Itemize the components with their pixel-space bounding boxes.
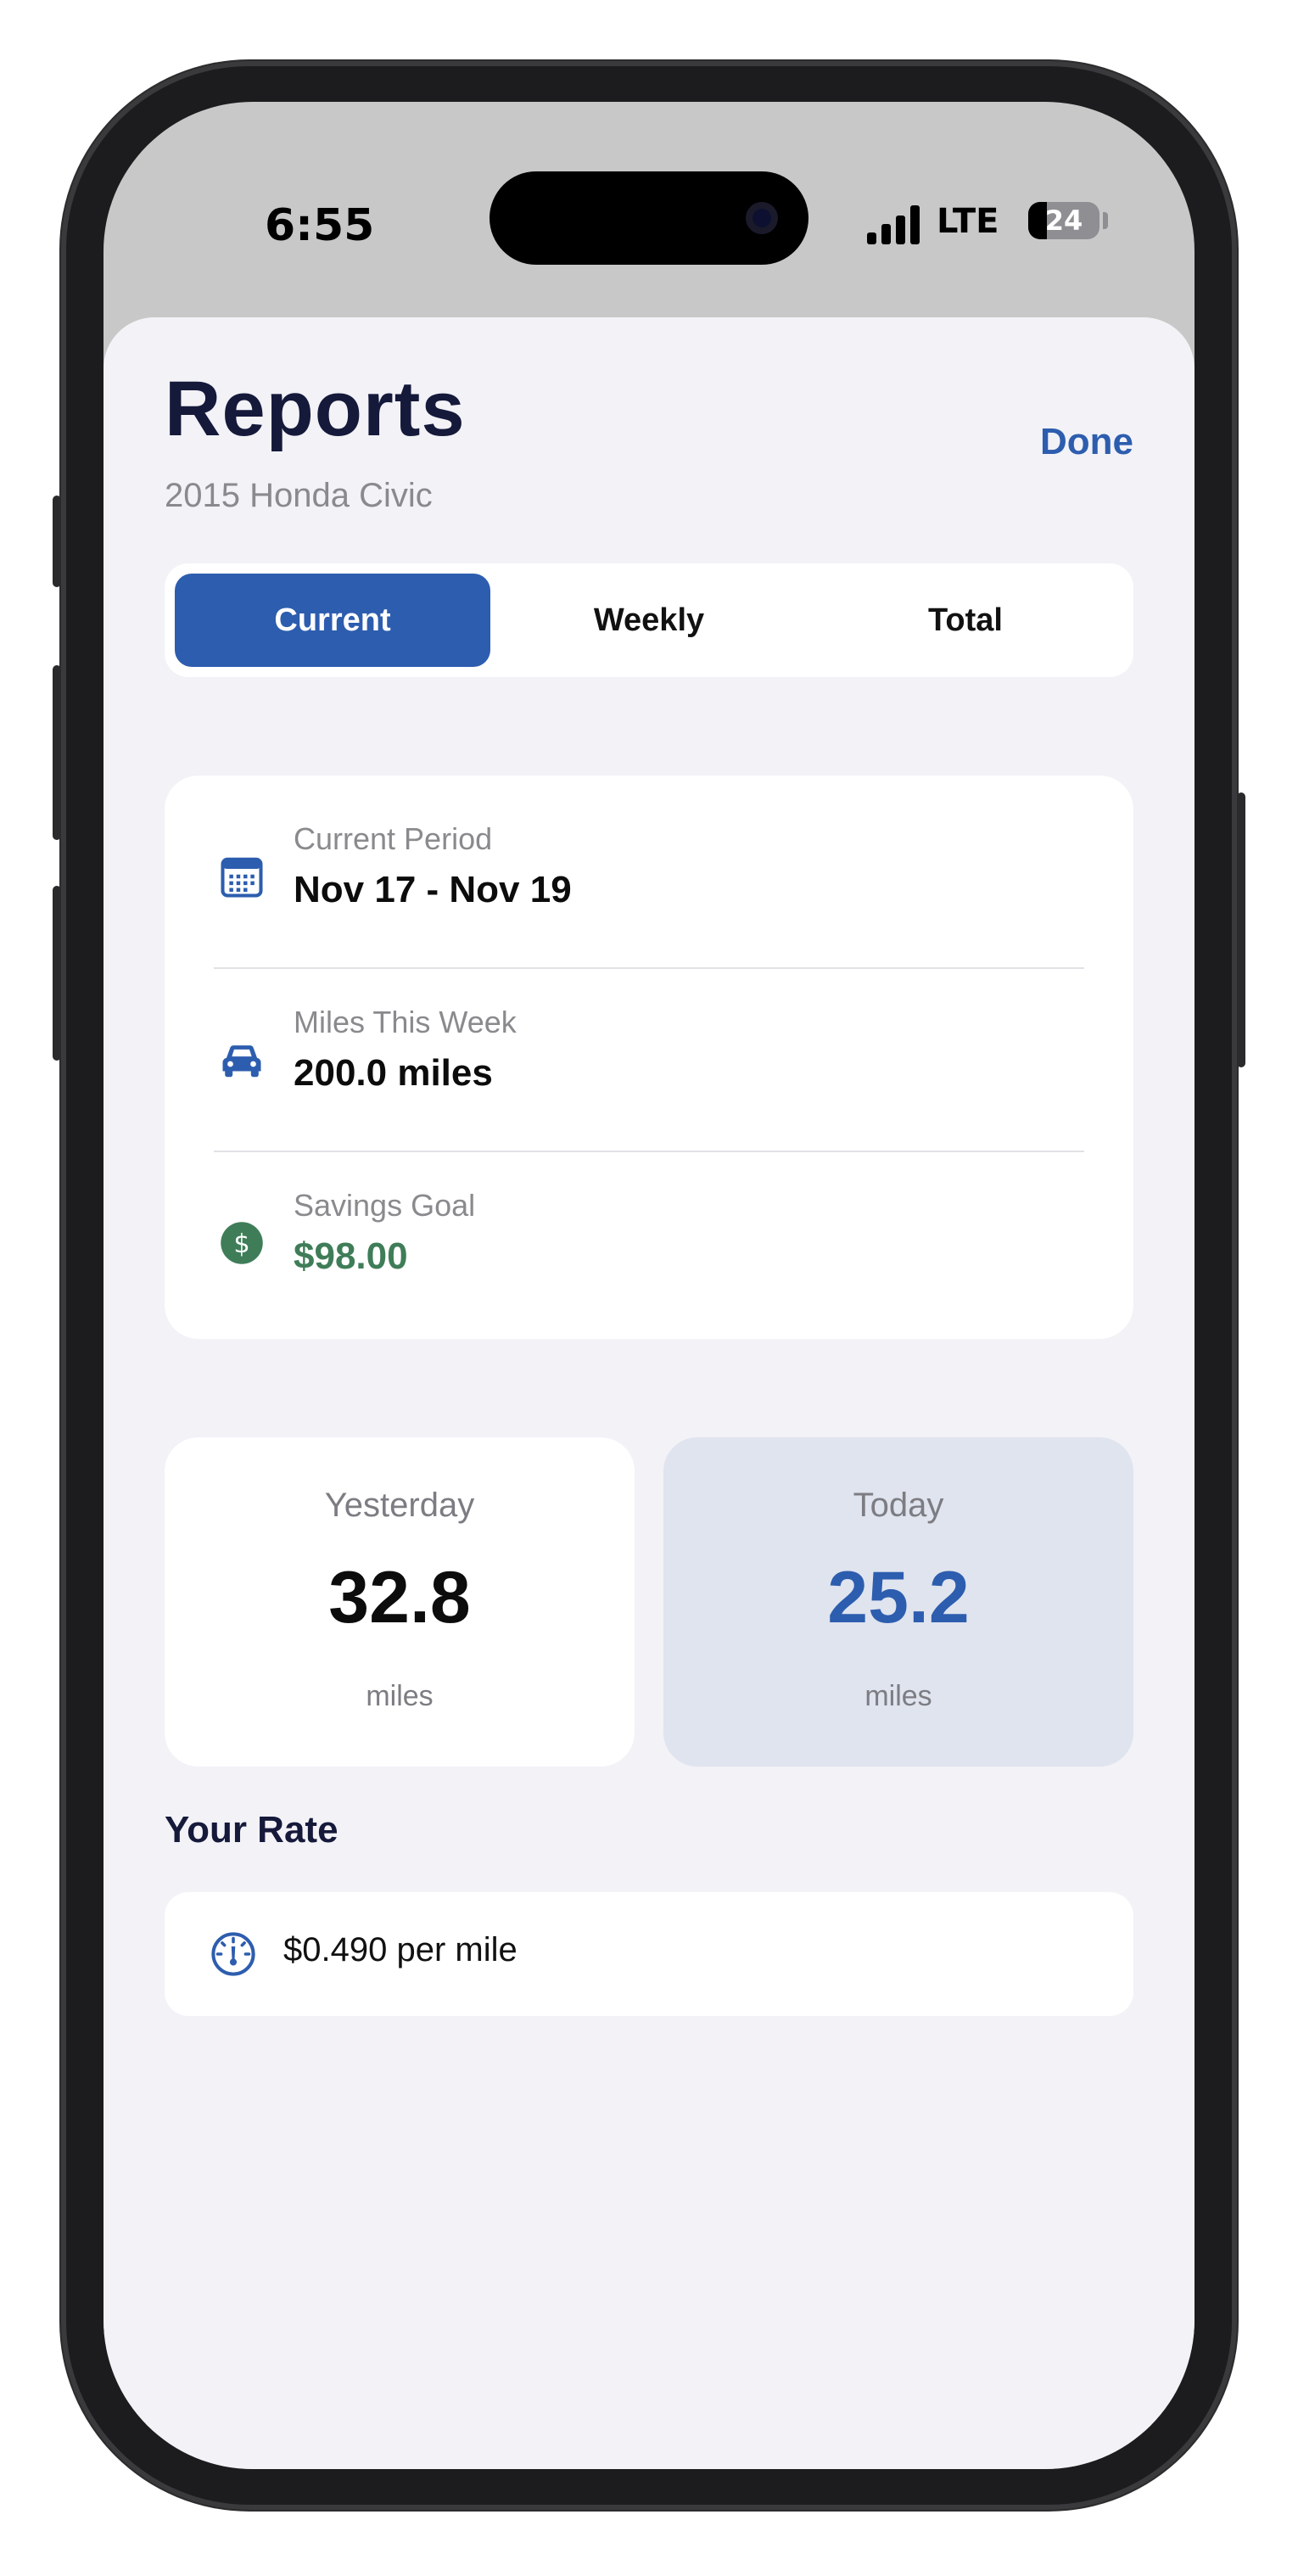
current-period-value: Nov 17 - Nov 19 xyxy=(294,869,572,910)
yesterday-label: Yesterday xyxy=(324,1487,475,1524)
tab-current[interactable]: Current xyxy=(175,574,490,667)
current-period-label: Current Period xyxy=(294,821,493,856)
yesterday-card: Yesterday 32.8 miles xyxy=(165,1437,635,1767)
summary-card: Current Period Nov 17 - Nov 19 Miles Thi… xyxy=(165,776,1133,1339)
status-time: 6:55 xyxy=(265,200,375,251)
today-card: Today 25.2 miles xyxy=(663,1437,1133,1767)
volume-up-button xyxy=(53,665,61,840)
savings-goal-label: Savings Goal xyxy=(294,1188,476,1223)
speedometer-icon xyxy=(211,1932,255,1976)
page-title: Reports xyxy=(165,366,466,452)
phone-frame: 6:55 LTE 24 Reports 2015 Honda Civic Don… xyxy=(53,61,1245,2510)
dynamic-island xyxy=(490,171,808,265)
today-value: 25.2 xyxy=(827,1557,970,1638)
dollar-icon: $ xyxy=(221,1222,263,1264)
yesterday-value: 32.8 xyxy=(328,1557,471,1638)
screen: 6:55 LTE 24 Reports 2015 Honda Civic Don… xyxy=(104,102,1194,2469)
action-button xyxy=(53,496,61,587)
svg-text:$: $ xyxy=(233,1229,249,1259)
rate-section-title: Your Rate xyxy=(165,1809,338,1851)
battery-tip xyxy=(1103,212,1108,229)
tab-weekly[interactable]: Weekly xyxy=(491,574,807,667)
today-unit: miles xyxy=(864,1680,932,1712)
car-icon xyxy=(222,1045,261,1078)
battery-icon: 24 xyxy=(1028,202,1099,239)
status-bar: 6:55 LTE 24 xyxy=(104,102,1194,265)
yesterday-unit: miles xyxy=(366,1680,434,1712)
current-period-row: Current Period Nov 17 - Nov 19 xyxy=(165,776,1133,957)
tab-total[interactable]: Total xyxy=(808,574,1123,667)
miles-week-row: Miles This Week 200.0 miles xyxy=(165,959,1133,1140)
today-label: Today xyxy=(853,1487,944,1524)
rate-value: $0.490 per mile xyxy=(283,1931,518,1968)
calendar-icon xyxy=(221,857,263,898)
signal-icon xyxy=(867,205,921,244)
period-segmented-control: Current Weekly Total xyxy=(165,563,1133,677)
done-button[interactable]: Done xyxy=(1040,421,1133,463)
reports-sheet: Reports 2015 Honda Civic Done Current We… xyxy=(104,317,1194,2469)
vehicle-subtitle: 2015 Honda Civic xyxy=(165,477,433,514)
network-type: LTE xyxy=(937,202,999,241)
rate-card: $0.490 per mile xyxy=(165,1892,1133,2016)
battery-level: 24 xyxy=(1044,204,1083,237)
savings-goal-value: $98.00 xyxy=(294,1235,408,1277)
miles-week-label: Miles This Week xyxy=(294,1005,517,1039)
camera-icon xyxy=(746,202,778,234)
savings-goal-row: $ Savings Goal $98.00 xyxy=(165,1142,1133,1324)
miles-week-value: 200.0 miles xyxy=(294,1052,493,1094)
power-button xyxy=(1237,792,1245,1067)
volume-down-button xyxy=(53,886,61,1061)
